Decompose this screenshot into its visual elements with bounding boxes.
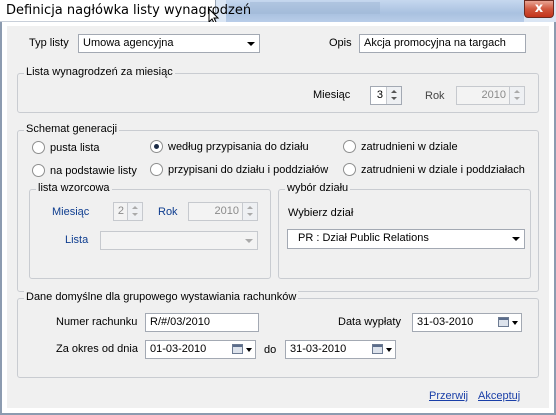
wzorcowa-miesiac-spin-buttons bbox=[127, 203, 142, 220]
chevron-down-icon bbox=[386, 348, 392, 352]
spin-up-icon bbox=[132, 206, 138, 209]
typ-listy-combo[interactable]: Umowa agencyjna bbox=[78, 34, 260, 53]
close-icon: x bbox=[534, 1, 544, 16]
calendar-dropdown-button[interactable] bbox=[371, 342, 393, 357]
radio-label-wedlug-przypisania: według przypisania do działu bbox=[168, 141, 309, 153]
radio-label-zatrudnieni-w-dziale: zatrudnieni w dziale bbox=[361, 141, 458, 153]
schemat-generacji-title: Schemat generacji bbox=[24, 123, 120, 135]
calendar-dropdown-button[interactable] bbox=[497, 315, 519, 330]
spin-up-icon bbox=[514, 90, 520, 93]
typ-listy-label: Typ listy bbox=[29, 37, 69, 49]
dialog-client-area: Typ listy Umowa agencyjna Opis Akcja pro… bbox=[0, 22, 556, 415]
okres-do-value: 31-03-2010 bbox=[290, 343, 347, 355]
wzorcowa-lista-combo bbox=[100, 231, 258, 250]
typ-listy-value: Umowa agencyjna bbox=[83, 37, 174, 49]
dzial-combo[interactable]: PR : Dział Public Relations bbox=[287, 229, 525, 249]
calendar-icon bbox=[498, 317, 509, 327]
radio-na-podstawie-listy[interactable] bbox=[32, 164, 45, 177]
miesiac-label: Miesiąc bbox=[313, 89, 351, 101]
chevron-down-icon bbox=[512, 237, 520, 241]
okres-do-picker[interactable]: 31-03-2010 bbox=[285, 340, 396, 359]
spin-up-icon bbox=[247, 206, 253, 209]
chevron-down-icon bbox=[512, 321, 518, 325]
dialog-panel: Typ listy Umowa agencyjna Opis Akcja pro… bbox=[7, 26, 549, 408]
calendar-icon bbox=[232, 344, 243, 354]
spin-down-icon bbox=[132, 213, 138, 216]
close-button[interactable]: x bbox=[524, 0, 554, 18]
radio-zatrudnieni-poddzialy[interactable] bbox=[343, 163, 356, 176]
wzorcowa-miesiac-label: Miesiąc bbox=[52, 206, 90, 218]
wybierz-dzial-label: Wybierz dział bbox=[288, 207, 354, 219]
radio-label-przypisani-poddzialy: przypisani do działu i poddziałów bbox=[168, 164, 329, 176]
wzorcowa-miesiac-value: 2 bbox=[117, 205, 124, 217]
wybor-dzialu-title: wybór działu bbox=[285, 182, 351, 194]
do-label: do bbox=[264, 344, 277, 356]
rok-value: 2010 bbox=[481, 89, 506, 101]
spin-down-icon bbox=[514, 97, 520, 100]
spin-up-icon bbox=[391, 90, 397, 93]
rok-spin-buttons bbox=[509, 87, 524, 104]
wzorcowa-miesiac-spinner: 2 bbox=[113, 202, 143, 221]
opis-label: Opis bbox=[329, 37, 352, 49]
miesiac-value: 3 bbox=[376, 89, 383, 101]
akceptuj-link[interactable]: Akceptuj bbox=[478, 390, 520, 402]
radio-pusta-lista[interactable] bbox=[32, 141, 45, 154]
calendar-icon bbox=[372, 344, 383, 354]
data-wyplaty-picker[interactable]: 31-03-2010 bbox=[412, 313, 522, 332]
spin-down-icon bbox=[391, 97, 397, 100]
dane-domyslne-group: Dane domyślne dla grupowego wystawiania … bbox=[17, 291, 539, 378]
rok-label: Rok bbox=[425, 90, 445, 102]
chevron-down-icon bbox=[245, 239, 253, 243]
radio-wedlug-przypisania[interactable] bbox=[150, 140, 163, 153]
radio-label-zatrudnieni-poddzialy: zatrudnieni w dziale i poddziałach bbox=[361, 164, 525, 176]
za-okres-label: Za okres od dnia bbox=[56, 343, 138, 355]
radio-zatrudnieni-w-dziale[interactable] bbox=[343, 140, 356, 153]
chevron-down-icon bbox=[247, 42, 255, 46]
wzorcowa-rok-spin-buttons bbox=[242, 203, 257, 220]
spin-down-icon bbox=[247, 213, 253, 216]
background-window-glimpse-detail bbox=[250, 2, 380, 14]
dzial-value: PR : Dział Public Relations bbox=[298, 232, 429, 244]
miesiac-spin-buttons[interactable] bbox=[386, 87, 401, 104]
rok-spinner: 2010 bbox=[456, 86, 525, 105]
calendar-dropdown-button[interactable] bbox=[231, 342, 253, 357]
title-tab: Definicja nagłówka listy wynagrodzeń bbox=[0, 0, 251, 22]
numer-rachunku-input[interactable]: R/#/03/2010 bbox=[145, 313, 259, 332]
okres-od-value: 01-03-2010 bbox=[150, 343, 207, 355]
opis-input[interactable]: Akcja promocyjna na targach bbox=[359, 34, 526, 53]
dane-domyslne-title: Dane domyślne dla grupowego wystawiania … bbox=[24, 291, 299, 303]
wzorcowa-rok-label: Rok bbox=[158, 206, 178, 218]
chevron-down-icon bbox=[246, 348, 252, 352]
przerwij-link[interactable]: Przerwij bbox=[429, 390, 468, 402]
radio-label-na-podstawie-listy: na podstawie listy bbox=[50, 165, 137, 177]
data-wyplaty-label: Data wypłaty bbox=[338, 316, 401, 328]
lista-wynagrodzen-title: Lista wynagrodzeń za miesiąc bbox=[24, 66, 175, 78]
data-wyplaty-value: 31-03-2010 bbox=[417, 316, 474, 328]
numer-rachunku-label: Numer rachunku bbox=[56, 316, 138, 328]
dialog-window: Definicja nagłówka listy wynagrodzeń x T… bbox=[0, 0, 556, 415]
wzorcowa-lista-label: Lista bbox=[65, 234, 89, 246]
wzorcowa-rok-value: 2010 bbox=[214, 205, 239, 217]
radio-przypisani-poddzialy[interactable] bbox=[150, 163, 163, 176]
wzorcowa-rok-spinner: 2010 bbox=[188, 202, 258, 221]
radio-label-pusta-lista: pusta lista bbox=[50, 142, 100, 154]
title-bar: Definicja nagłówka listy wynagrodzeń x bbox=[0, 0, 556, 25]
okres-od-picker[interactable]: 01-03-2010 bbox=[145, 340, 256, 359]
miesiac-spinner[interactable]: 3 bbox=[370, 86, 402, 105]
lista-wzorcowa-title: lista wzorcowa bbox=[36, 182, 112, 194]
